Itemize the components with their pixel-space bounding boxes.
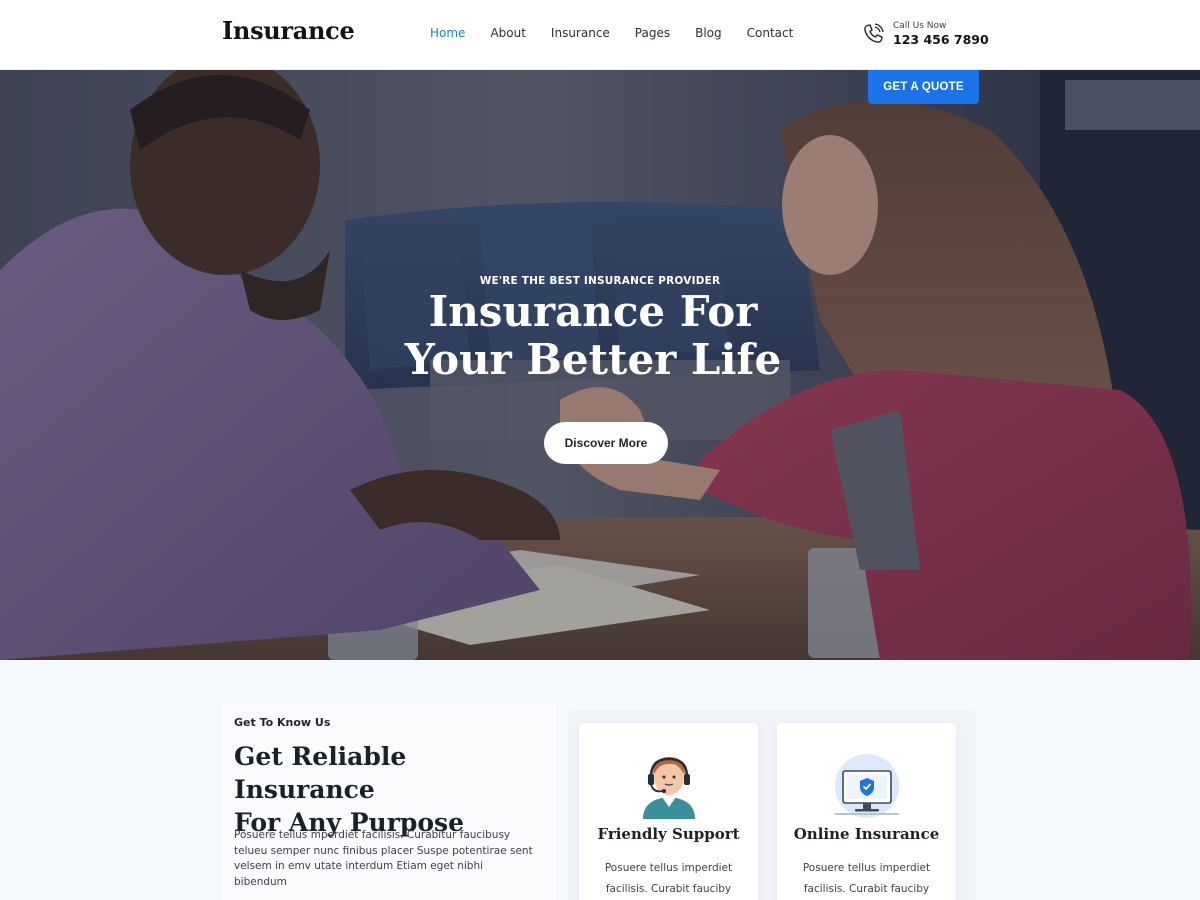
hero-content: WE'RE THE BEST INSURANCE PROVIDER Insura… bbox=[0, 70, 1200, 660]
nav-item-pages[interactable]: Pages bbox=[635, 26, 670, 40]
nav-item-home[interactable]: Home bbox=[430, 26, 465, 40]
feature-card-online-insurance[interactable]: Online Insurance Posuere tellus imperdie… bbox=[777, 723, 956, 900]
site-header: Insurance Home About Insurance Pages Blo… bbox=[0, 0, 1200, 70]
hero-title: Insurance For Your Better Life bbox=[0, 288, 1186, 384]
nav-item-insurance[interactable]: Insurance bbox=[551, 26, 610, 40]
nav-item-blog[interactable]: Blog bbox=[695, 26, 722, 40]
phone-icon bbox=[864, 23, 884, 43]
discover-more-button[interactable]: Discover More bbox=[544, 422, 668, 464]
nav-item-contact[interactable]: Contact bbox=[747, 26, 794, 40]
about-text: Posuere tellus mperdiet facilisis. Curab… bbox=[234, 829, 533, 888]
feature-card-friendly-support[interactable]: Friendly Support Posuere tellus imperdie… bbox=[579, 723, 758, 900]
nav-item-about[interactable]: About bbox=[490, 26, 525, 40]
card-text: Posuere tellus imperdiet facilisis. Cura… bbox=[604, 862, 733, 895]
about-title: Get Reliable Insurance For Any Purpose bbox=[234, 740, 554, 839]
about-title-line-1: Get Reliable Insurance bbox=[234, 742, 407, 804]
hero-kicker: WE'RE THE BEST INSURANCE PROVIDER bbox=[479, 275, 721, 287]
hero-title-line-1: Insurance For bbox=[428, 287, 758, 336]
card-text: Posuere tellus imperdiet facilisis. Cura… bbox=[802, 862, 931, 895]
site-logo[interactable]: Insurance bbox=[222, 16, 355, 45]
call-us-block[interactable]: Call Us Now 123 456 7890 bbox=[861, 20, 989, 48]
get-quote-button[interactable]: GET A QUOTE bbox=[868, 70, 979, 104]
card-title: Online Insurance bbox=[793, 825, 940, 843]
hero-banner: WE'RE THE BEST INSURANCE PROVIDER Insura… bbox=[0, 70, 1200, 660]
monitor-shield-icon bbox=[834, 754, 899, 818]
about-intro: Get To Know Us Get Reliable Insurance Fo… bbox=[222, 704, 556, 900]
main-nav: Home About Insurance Pages Blog Contact bbox=[430, 26, 818, 40]
support-agent-icon bbox=[642, 757, 695, 819]
about-kicker: Get To Know Us bbox=[234, 716, 331, 729]
card-title: Friendly Support bbox=[597, 825, 740, 843]
hero-title-line-2: Your Better Life bbox=[404, 335, 782, 384]
call-number[interactable]: 123 456 7890 bbox=[893, 32, 989, 48]
call-label: Call Us Now bbox=[893, 21, 947, 31]
